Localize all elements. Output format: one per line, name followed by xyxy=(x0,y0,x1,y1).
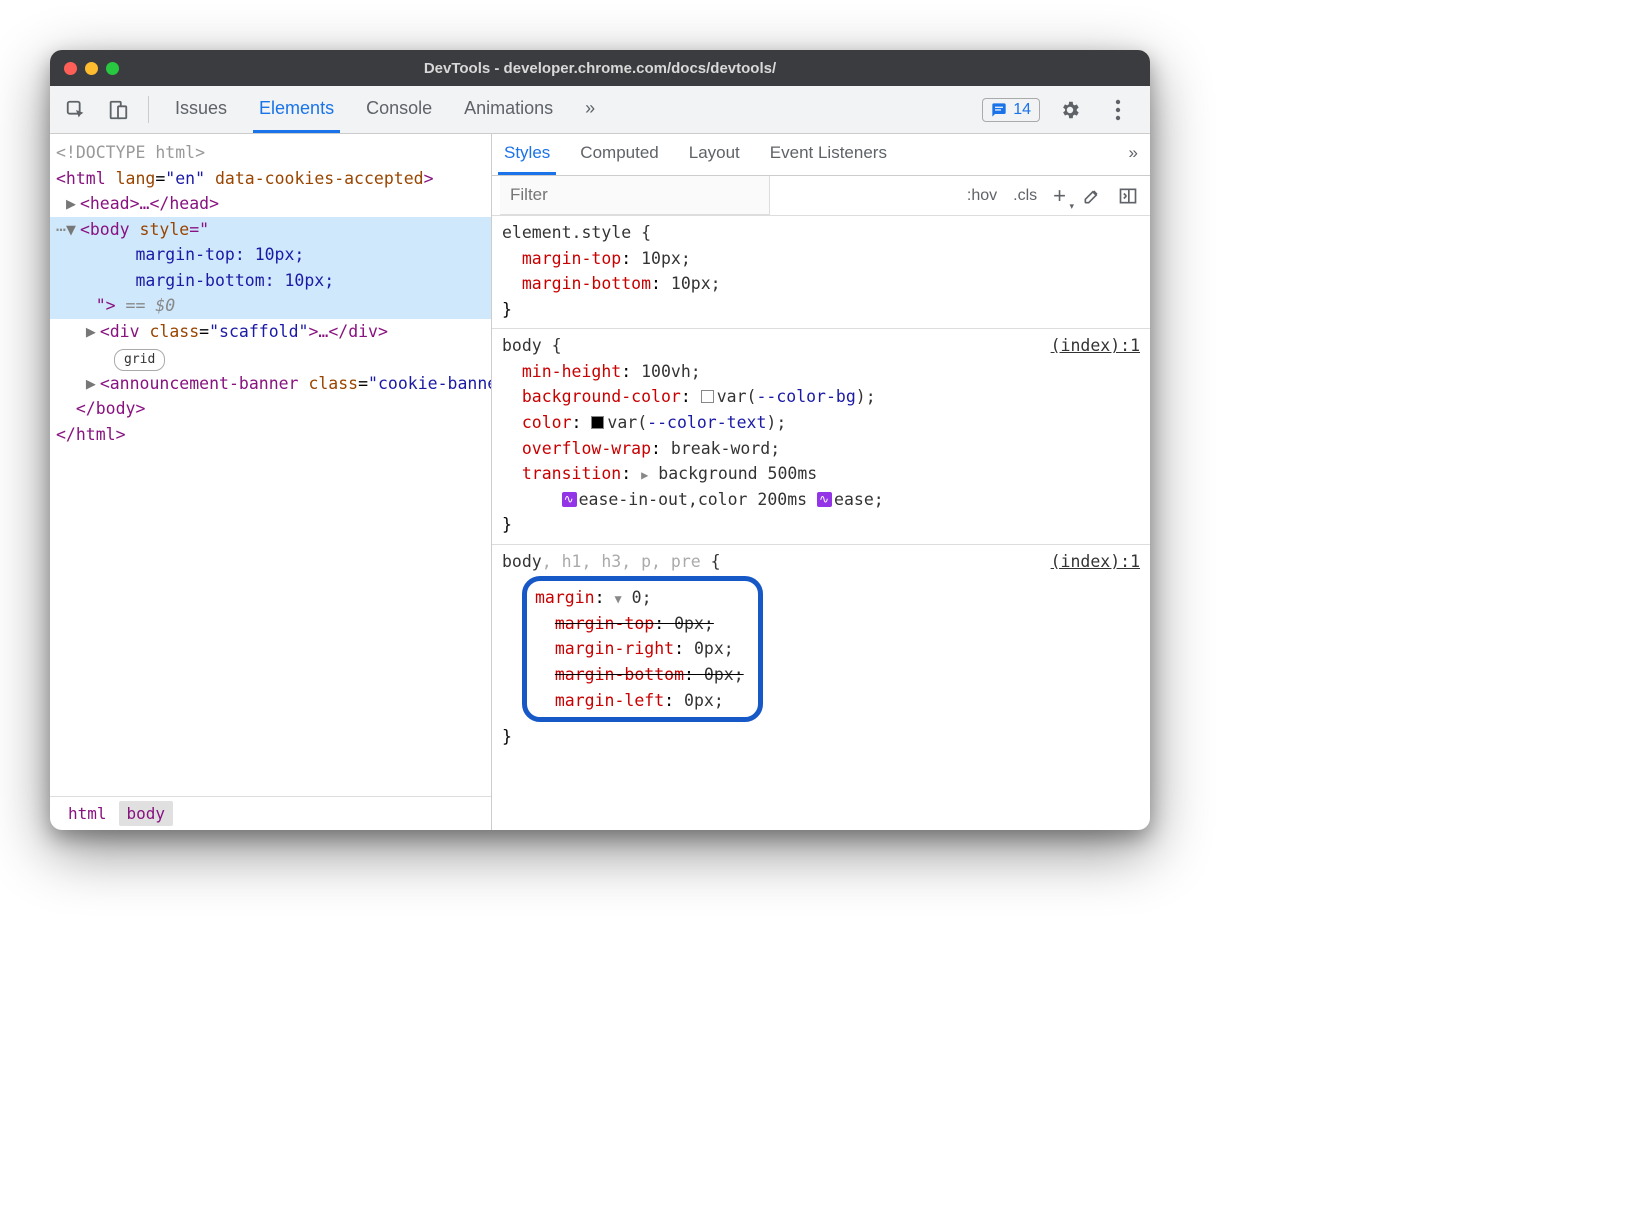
tab-styles[interactable]: Styles xyxy=(498,134,556,175)
issues-count-value: 14 xyxy=(1013,101,1031,119)
dom-breadcrumb: html body xyxy=(50,796,491,830)
settings-gear-icon[interactable] xyxy=(1052,99,1088,121)
source-link[interactable]: (index):1 xyxy=(1051,333,1140,359)
bezier-editor-icon[interactable] xyxy=(817,492,832,507)
new-style-rule-button[interactable]: +▾ xyxy=(1049,181,1070,211)
main-tabs: Issues Elements Console Animations » xyxy=(161,86,976,133)
tab-elements[interactable]: Elements xyxy=(253,86,340,133)
style-rules-list: element.style { margin-top: 10px; margin… xyxy=(492,216,1150,830)
tab-layout[interactable]: Layout xyxy=(683,134,746,175)
tab-animations[interactable]: Animations xyxy=(458,86,559,133)
rule-body-reset[interactable]: (index):1 body, h1, h3, p, pre { margin:… xyxy=(492,545,1150,756)
issues-counter[interactable]: 14 xyxy=(982,98,1040,122)
scaffold-div-node[interactable]: ▶<div class="scaffold">…</div> xyxy=(56,319,491,345)
window-titlebar: DevTools - developer.chrome.com/docs/dev… xyxy=(50,50,1150,86)
bezier-editor-icon[interactable] xyxy=(562,492,577,507)
devtools-window: DevTools - developer.chrome.com/docs/dev… xyxy=(50,50,1150,830)
color-swatch-icon[interactable] xyxy=(701,390,714,403)
zoom-window-button[interactable] xyxy=(106,62,119,75)
toolbar-right: 14 xyxy=(982,86,1142,133)
traffic-lights xyxy=(64,62,119,75)
rule-body[interactable]: (index):1 body { min-height: 100vh; back… xyxy=(492,329,1150,545)
sidebar-tabs: Styles Computed Layout Event Listeners » xyxy=(492,134,1150,176)
toggle-classes-button[interactable]: .cls xyxy=(1009,185,1041,207)
announcement-banner-node[interactable]: ▶<announcement-banner class="cookie-bann… xyxy=(56,371,491,397)
html-close-node[interactable]: </html> xyxy=(56,422,491,448)
tab-computed[interactable]: Computed xyxy=(574,134,664,175)
inspect-element-icon[interactable] xyxy=(58,86,94,133)
breadcrumb-html[interactable]: html xyxy=(60,801,115,826)
tab-console[interactable]: Console xyxy=(360,86,438,133)
head-node[interactable]: ▶<head>…</head> xyxy=(56,191,491,217)
margin-shorthand-highlight: margin: ▼ 0; margin-top: 0px; margin-rig… xyxy=(522,576,763,722)
computed-sidebar-toggle-icon[interactable] xyxy=(1114,184,1142,208)
source-link[interactable]: (index):1 xyxy=(1051,549,1140,575)
grid-badge-row: grid xyxy=(56,345,491,371)
breadcrumb-body[interactable]: body xyxy=(119,801,174,826)
tab-event-listeners[interactable]: Event Listeners xyxy=(764,134,893,175)
filter-input[interactable] xyxy=(500,176,770,215)
minimize-window-button[interactable] xyxy=(85,62,98,75)
color-swatch-icon[interactable] xyxy=(591,416,604,429)
tab-issues[interactable]: Issues xyxy=(169,86,233,133)
more-subtabs-button[interactable]: » xyxy=(1123,134,1144,175)
window-title: DevTools - developer.chrome.com/docs/dev… xyxy=(50,60,1150,77)
paint-brush-icon[interactable] xyxy=(1078,184,1106,208)
rule-element-style[interactable]: element.style { margin-top: 10px; margin… xyxy=(492,216,1150,329)
styles-toolbar: :hov .cls +▾ xyxy=(492,176,1150,216)
close-window-button[interactable] xyxy=(64,62,77,75)
toolbar-divider xyxy=(148,96,149,123)
more-tabs-button[interactable]: » xyxy=(579,86,601,133)
toggle-hover-button[interactable]: :hov xyxy=(963,185,1001,207)
html-open-node[interactable]: <html lang="en" data-cookies-accepted> xyxy=(56,166,491,192)
body-close-node[interactable]: </body> xyxy=(56,396,491,422)
styles-panel: Styles Computed Layout Event Listeners »… xyxy=(492,134,1150,830)
content-split: <!DOCTYPE html> <html lang="en" data-coo… xyxy=(50,134,1150,830)
elements-panel: <!DOCTYPE html> <html lang="en" data-coo… xyxy=(50,134,492,830)
selected-body-node[interactable]: ⋯▼<body style=" margin-top: 10px; margin… xyxy=(50,217,491,319)
dom-tree[interactable]: <!DOCTYPE html> <html lang="en" data-coo… xyxy=(50,134,491,796)
device-toggle-icon[interactable] xyxy=(100,86,136,133)
doctype-node[interactable]: <!DOCTYPE html> xyxy=(56,140,491,166)
main-toolbar: Issues Elements Console Animations » 14 xyxy=(50,86,1150,134)
grid-badge[interactable]: grid xyxy=(114,349,165,371)
kebab-menu-icon[interactable] xyxy=(1100,99,1136,121)
